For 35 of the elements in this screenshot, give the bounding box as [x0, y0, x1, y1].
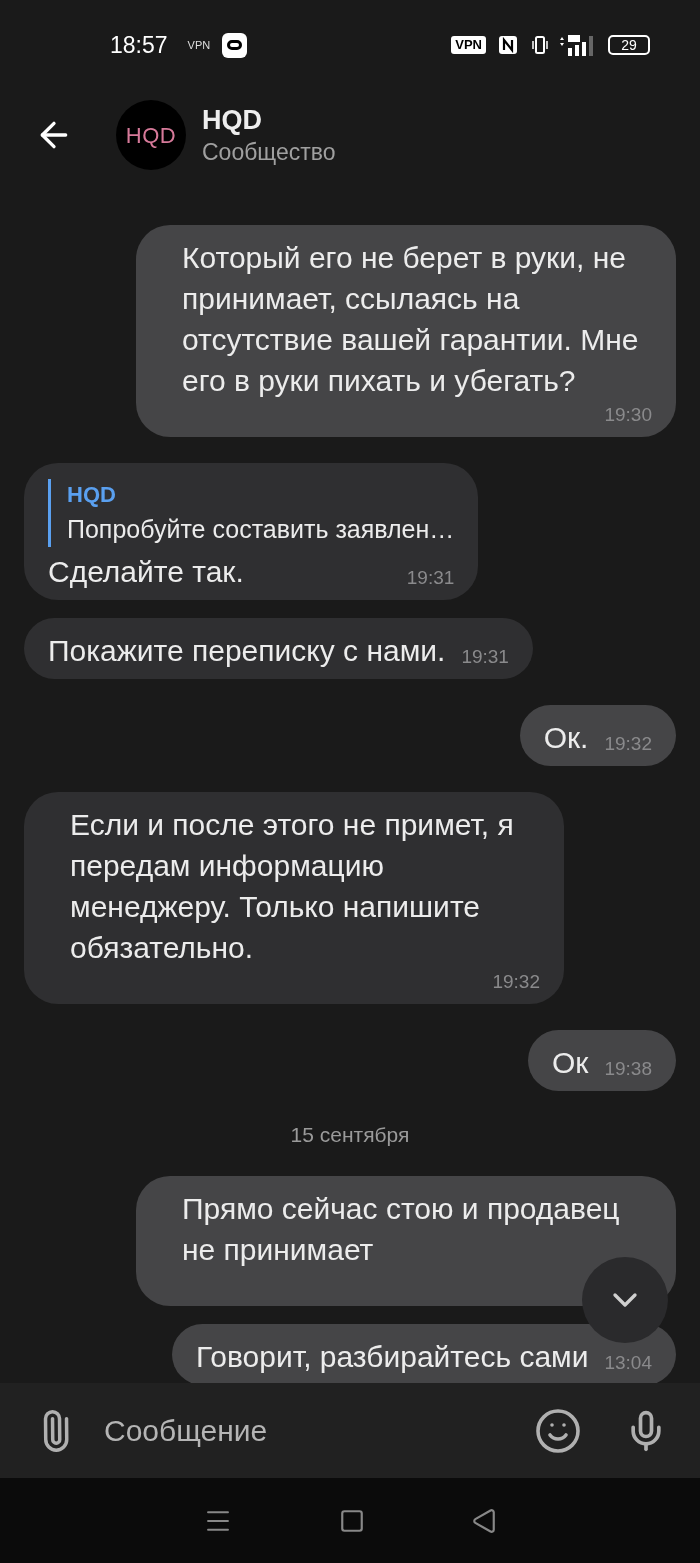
nfc-icon — [498, 35, 518, 55]
ring-app-icon — [222, 32, 248, 58]
home-icon[interactable] — [339, 1507, 365, 1534]
date-separator: 15 сентября — [290, 1121, 410, 1148]
message-time: 19:38 — [604, 1056, 652, 1081]
reply-author: HQD — [67, 480, 117, 509]
message-time: 19:31 — [406, 565, 455, 590]
message-time: 19:32 — [492, 969, 540, 994]
message-time: 19:31 — [461, 644, 509, 669]
chat-title: HQD — [202, 104, 263, 137]
message-text: Сделайте так. — [48, 553, 245, 590]
message-text: Ок — [552, 1044, 589, 1081]
clock: 18:57 — [110, 30, 168, 60]
signal-icon — [558, 34, 596, 56]
message-text: Если и после этого не примет, я передам информацию менеджеру. Только напишите обязательно. — [70, 806, 515, 966]
battery-indicator: 29 — [608, 35, 650, 55]
message-time: 19:30 — [604, 402, 652, 427]
message-text: Который его не берет в руки, не принимает, ссылаясь на отсутствие вашей гарантии. Мне его в руки пихать и убегать? — [182, 239, 640, 399]
reply-quote[interactable]: HQD Попробуйте составить заявлен… — [48, 478, 455, 547]
message-time: 13:04 — [604, 1351, 652, 1375]
message-text: Говорит, разбирайтесь сами — [196, 1339, 589, 1375]
avatar[interactable]: HQD — [116, 100, 186, 170]
vpn-badge: VPN — [451, 36, 486, 54]
message-input[interactable]: Сообщение — [104, 1408, 534, 1453]
message-text: Ок. — [543, 719, 589, 756]
emoji-icon[interactable] — [534, 1406, 582, 1455]
reply-text: Попробуйте составить заявлен… — [67, 513, 455, 545]
back-triangle-icon[interactable] — [471, 1507, 497, 1534]
chat-subtitle: Сообщество — [202, 138, 336, 167]
composer-bar[interactable]: Сообщение — [0, 1383, 700, 1478]
vibrate-icon — [530, 35, 550, 55]
message-text: Прямо сейчас стою и продавец не принимает — [182, 1191, 621, 1268]
vpn-label: VPN — [187, 37, 211, 53]
message-time: 19:32 — [604, 731, 652, 756]
message-text: Покажите переписку с нами. — [48, 632, 446, 669]
